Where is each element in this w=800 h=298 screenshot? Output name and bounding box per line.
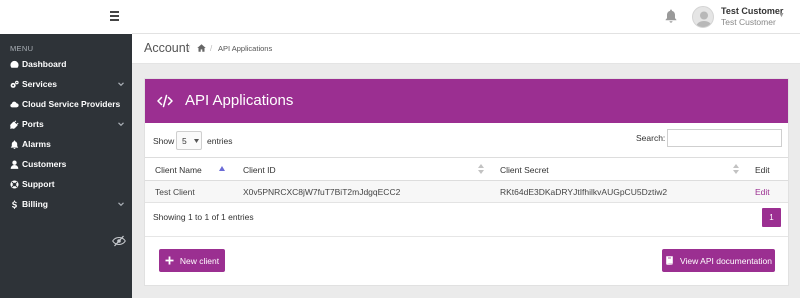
table-info: Showing 1 to 1 of 1 entries	[153, 212, 254, 222]
code-icon	[157, 94, 173, 108]
column-header-client-name[interactable]: Client Name	[145, 157, 233, 181]
chevron-down-icon	[118, 82, 124, 87]
sidebar-item-label: Ports	[22, 119, 44, 129]
user-avatar[interactable]	[692, 6, 714, 28]
user-name[interactable]: Test Customer	[721, 6, 783, 16]
new-client-label: New client	[179, 255, 220, 266]
table-cell-edit: Edit	[745, 181, 788, 203]
table-cell-client-name: Test Client	[145, 181, 233, 203]
sidebar-item-label: Support	[22, 179, 55, 189]
view-api-documentation-button[interactable]: View API documentation	[662, 249, 775, 272]
sidebar-item-label: Billing	[22, 199, 48, 209]
sidebar-item-dashboard[interactable]: Dashboard	[0, 54, 132, 74]
home-icon[interactable]	[197, 44, 206, 52]
sidebar-item-label: Alarms	[22, 139, 51, 149]
sidebar-item-alarms[interactable]: Alarms	[0, 134, 132, 154]
sidebar-item-support[interactable]: Support	[0, 174, 132, 194]
edit-link[interactable]: Edit	[755, 187, 770, 197]
column-header-client-id[interactable]: Client ID	[233, 157, 490, 181]
menu-title: MENU	[10, 44, 34, 53]
sidebar-item-label: Cloud Service Providers	[22, 99, 121, 109]
page-header: Account / / API Applications	[132, 34, 800, 64]
table-cell-client-id: X0v5PNRCXC8jW7fuT7BiT2mJdgqECC2	[233, 181, 490, 203]
pagination-page-button[interactable]: 1	[762, 208, 781, 227]
user-icon	[0, 160, 22, 169]
sidebar-item-label: Customers	[22, 159, 67, 169]
sort-icon	[733, 164, 739, 174]
caret-down-icon[interactable]: ▼	[778, 12, 785, 19]
sidebar-item-ports[interactable]: Ports	[0, 114, 132, 134]
sidebar-item-customers[interactable]: Customers	[0, 154, 132, 174]
breadcrumb-separator: /	[210, 44, 213, 53]
sort-ascending-icon	[219, 166, 225, 171]
sidebar-item-services[interactable]: Services	[0, 74, 132, 94]
api-applications-card: API Applications Show 5 entries Search: …	[144, 78, 789, 286]
entries-length-select[interactable]: 5	[176, 131, 202, 150]
eye-slash-icon[interactable]	[112, 235, 126, 247]
top-navbar: Test Customer Test Customer ▼	[0, 0, 800, 34]
bell-icon[interactable]	[665, 9, 677, 23]
chevron-down-icon	[118, 122, 124, 127]
breadcrumb-current: API Applications	[218, 44, 273, 53]
divider	[145, 236, 788, 237]
plug-icon	[0, 119, 22, 129]
sort-icon	[478, 164, 484, 174]
book-icon	[666, 256, 673, 265]
sidebar-item-label: Dashboard	[22, 59, 67, 69]
card-title: API Applications	[185, 92, 294, 109]
column-header-edit: Edit	[745, 157, 788, 181]
entries-label: entries	[207, 136, 233, 146]
new-client-button[interactable]: New client	[159, 249, 225, 272]
cloud-icon	[0, 100, 22, 109]
card-header: API Applications	[145, 79, 788, 123]
cogs-icon	[0, 80, 22, 89]
sidebar-item-label: Services	[22, 79, 57, 89]
dollar-icon	[0, 199, 22, 209]
lifebuoy-icon	[0, 179, 22, 189]
plus-icon	[165, 256, 174, 265]
table-cell-client-secret: RKt64dE3DKaDRYJtIfhilkvAUGpCU5Dztiw2	[490, 181, 745, 203]
sidebar-item-cloud-service-providers[interactable]: Cloud Service Providers	[0, 94, 132, 114]
breadcrumb-separator: /	[188, 44, 191, 53]
dashboard-icon	[0, 60, 22, 69]
column-header-client-secret[interactable]: Client Secret	[490, 157, 745, 181]
caret-down-icon	[194, 139, 199, 143]
show-label: Show	[153, 136, 175, 146]
sidebar-item-billing[interactable]: Billing	[0, 194, 132, 214]
search-input[interactable]	[667, 129, 782, 147]
entries-length-value: 5	[182, 136, 187, 146]
view-api-documentation-label: View API documentation	[680, 255, 772, 266]
sidebar: MENU Dashboard Services Cloud Service Pr…	[0, 34, 132, 298]
hamburger-icon[interactable]	[110, 11, 119, 21]
page-title: Account	[144, 41, 190, 55]
search-label: Search:	[636, 133, 666, 143]
bell-icon	[0, 139, 22, 149]
user-subtitle: Test Customer	[721, 17, 776, 27]
chevron-down-icon	[118, 202, 124, 207]
